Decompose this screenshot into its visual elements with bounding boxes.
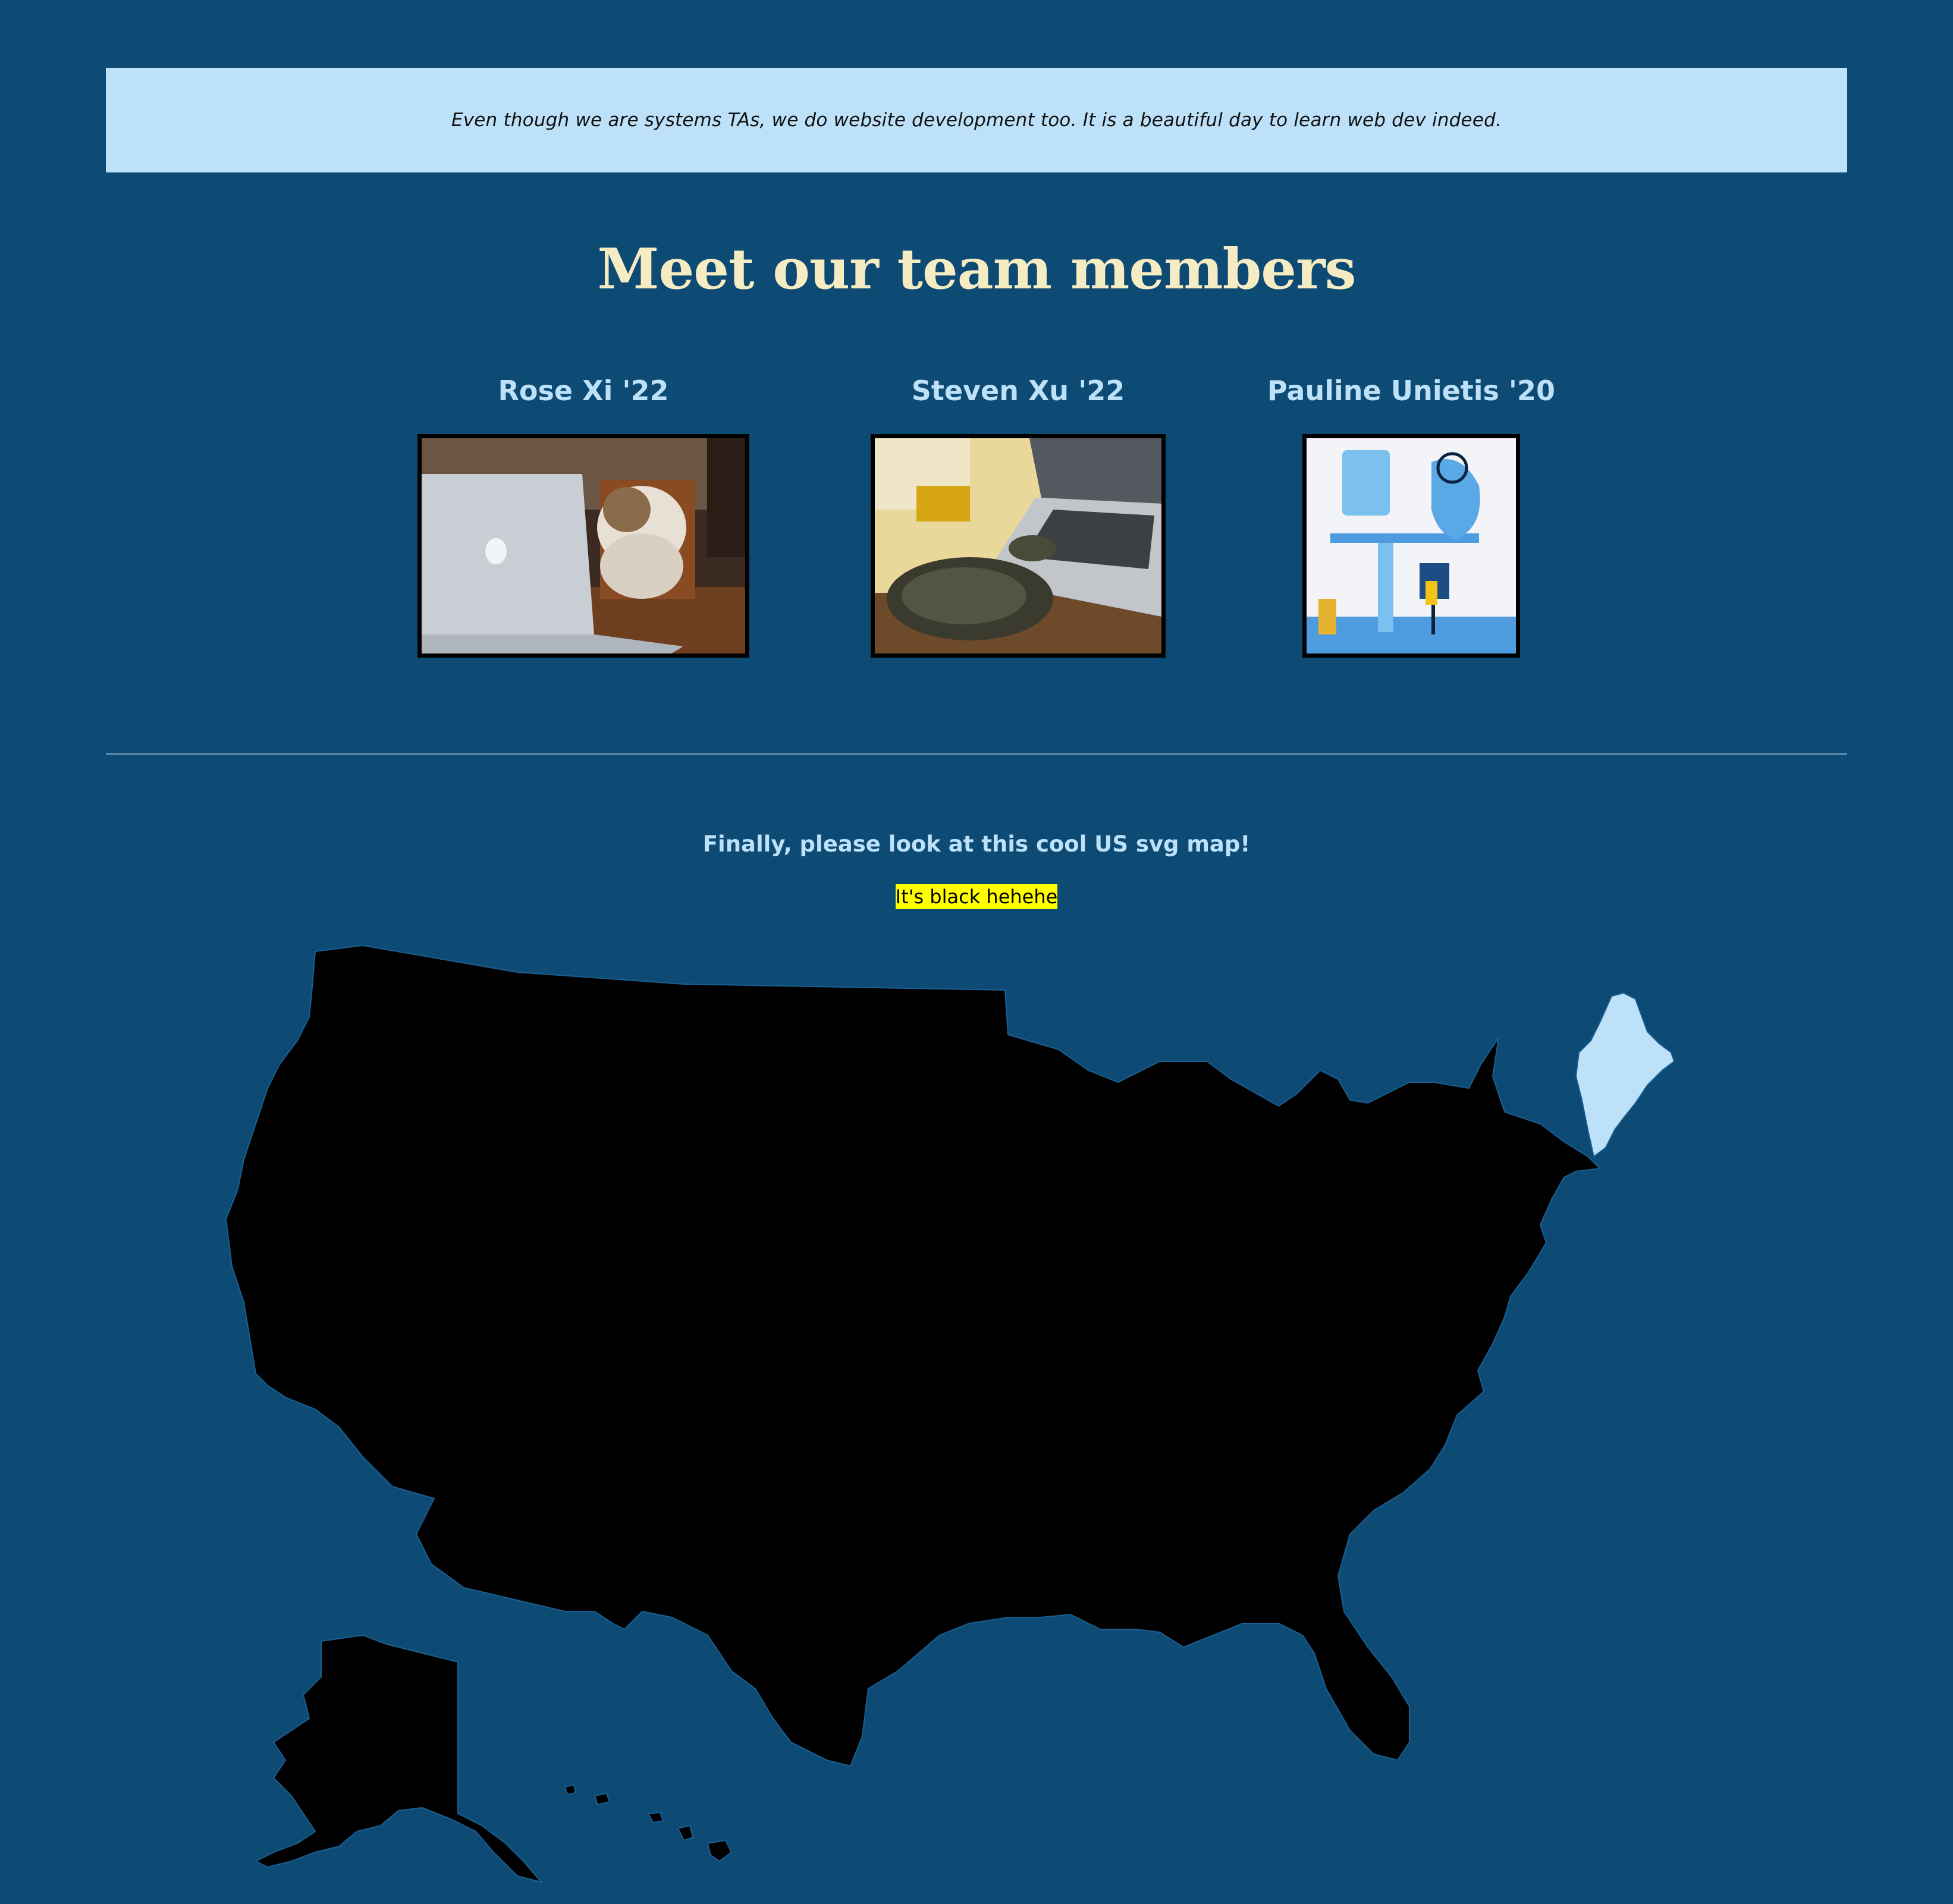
banner-text: Even though we are systems TAs, we do we… — [451, 109, 1502, 131]
state-alaska[interactable] — [254, 1634, 543, 1883]
state-shape[interactable] — [225, 944, 1602, 1767]
intro-banner: Even though we are systems TAs, we do we… — [106, 68, 1847, 172]
team-title: Meet our team members — [597, 237, 1356, 302]
turtle-on-laptop-photo — [871, 434, 1166, 658]
state-maine[interactable] — [1575, 992, 1675, 1158]
cat-using-laptop-photo — [417, 434, 749, 658]
us-map — [225, 944, 1675, 1883]
map-note: It's black hehehe — [895, 884, 1058, 909]
map-heading: Finally, please look at this cool US svg… — [702, 831, 1251, 857]
dolphin-at-desk-illustration — [1302, 434, 1520, 658]
section-divider — [106, 753, 1847, 755]
member-name: Pauline Unietis '20 — [1267, 375, 1556, 407]
map-note-wrap: It's black hehehe — [0, 884, 1953, 909]
state-hawaii[interactable] — [564, 1784, 733, 1862]
